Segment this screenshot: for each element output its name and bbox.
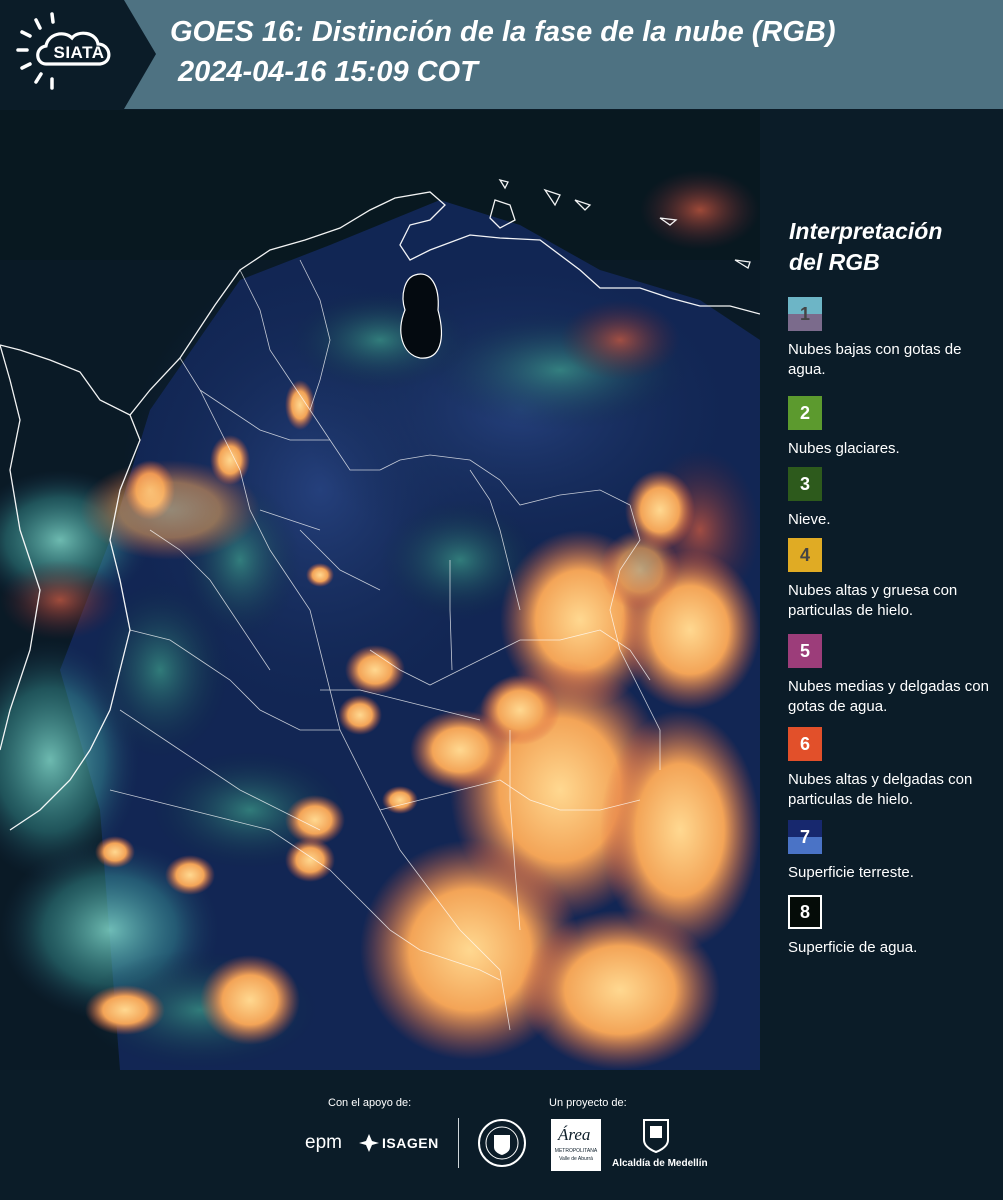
legend-swatch: 5 — [788, 634, 822, 668]
legend-swatch-number: 6 — [799, 733, 810, 754]
legend-swatch-number: 4 — [799, 544, 810, 565]
page-timestamp: 2024-04-16 15:09 COT — [178, 56, 478, 88]
area-logo-text: Área — [558, 1125, 591, 1144]
legend-swatch: 3 — [788, 467, 822, 501]
legend-swatch: 6 — [788, 727, 822, 761]
legend-title-line2: del RGB — [789, 249, 880, 275]
legend-swatch-number: 2 — [799, 402, 810, 423]
legend-item: 3 Nieve. — [788, 467, 1000, 530]
support-label: Con el apoyo de: — [328, 1097, 412, 1109]
legend-swatch: 4 — [788, 538, 822, 572]
isagen-logo-icon — [359, 1134, 379, 1157]
legend-description: Nubes altas y delgadas con particulas de… — [788, 771, 973, 808]
legend-swatch-number: 5 — [799, 640, 810, 661]
legend-swatch-number: 3 — [799, 473, 810, 494]
satellite-map-image — [0, 110, 760, 1070]
legend-item: 5 Nubes medias y delgadas con gotas de ag… — [788, 634, 1000, 717]
legend-swatch: 7 — [788, 820, 822, 854]
footer-divider — [458, 1118, 459, 1168]
footer: Con el apoyo de: Un proyecto de: epm ISA… — [0, 1070, 1003, 1200]
area-logo-sub2: Valle de Aburrá — [559, 1156, 593, 1162]
alcaldia-shield-icon — [641, 1118, 671, 1154]
legend-description: Superficie terreste. — [788, 864, 914, 881]
project-label: Un proyecto de: — [549, 1097, 627, 1109]
area-metropolitana-logo: Área METROPOLITANA Valle de Aburrá — [551, 1119, 601, 1171]
legend-title: Interpretación del RGB — [789, 216, 999, 278]
legend-swatch-number: 8 — [799, 901, 810, 922]
legend-title-line1: Interpretación — [789, 218, 943, 244]
siata-logo-text: SIATA — [53, 43, 105, 62]
legend-item: 8 Superficie de agua. — [788, 895, 1000, 958]
legend-item: 6 Nubes altas y delgadas con particulas d… — [788, 727, 1000, 810]
header-bar: SIATA GOES 16: Distinción de la fase de … — [0, 0, 1003, 109]
legend-description: Nubes glaciares. — [788, 440, 900, 457]
legend-description: Nubes altas y gruesa con particulas de h… — [788, 582, 958, 619]
legend-item: 1 Nubes bajas con gotas de agua. — [788, 297, 1000, 380]
legend-description: Nubes bajas con gotas de agua. — [788, 341, 962, 378]
medellin-emblem-icon — [478, 1119, 526, 1167]
legend-description: Nieve. — [788, 511, 831, 528]
page-title: GOES 16: Distinción de la fase de la nub… — [170, 16, 836, 48]
legend-item: 4 Nubes altas y gruesa con particulas de … — [788, 538, 1000, 621]
legend-swatch: 1 — [788, 297, 822, 331]
legend-panel: Interpretación del RGB 1 Nubes bajas con … — [772, 110, 1003, 1070]
siata-logo: SIATA — [0, 0, 160, 109]
isagen-logo: ISAGEN — [382, 1135, 439, 1151]
epm-logo: epm — [305, 1132, 342, 1153]
legend-description: Nubes medias y delgadas con gotas de agu… — [788, 678, 989, 715]
legend-swatch-number: 1 — [799, 303, 810, 324]
legend-item: 7 Superficie terreste. — [788, 820, 1000, 883]
legend-item: 2 Nubes glaciares. — [788, 396, 1000, 459]
legend-swatch: 2 — [788, 396, 822, 430]
satellite-map — [0, 110, 760, 1070]
legend-swatch-number: 7 — [799, 826, 810, 847]
alcaldia-label: Alcaldía de Medellín — [612, 1158, 708, 1169]
legend-swatch: 8 — [788, 895, 822, 929]
area-logo-sub: METROPOLITANA — [554, 1148, 598, 1154]
legend-description: Superficie de agua. — [788, 939, 918, 956]
